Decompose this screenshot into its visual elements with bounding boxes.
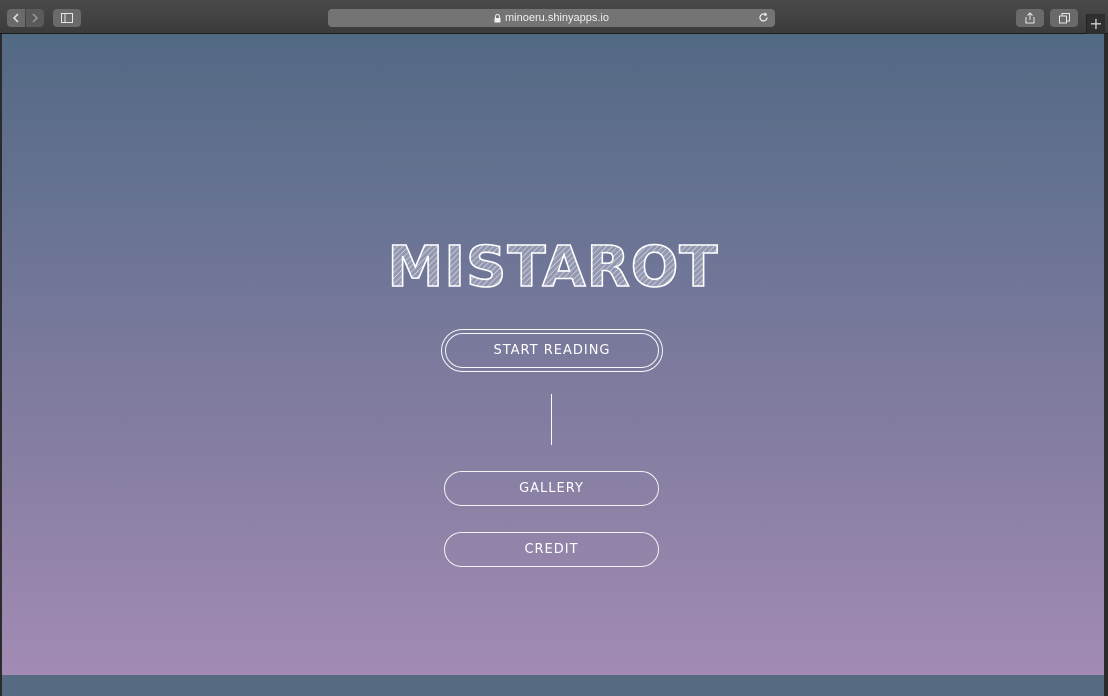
- tabs-icon: [1058, 12, 1070, 23]
- sidebar-icon: [61, 13, 73, 23]
- start-reading-button[interactable]: START READING: [441, 329, 663, 372]
- reload-icon[interactable]: [758, 12, 769, 23]
- gallery-label: GALLERY: [519, 481, 584, 496]
- address-bar[interactable]: minoeru.shinyapps.io: [328, 9, 775, 27]
- logo-text: MISTAROT: [387, 235, 718, 300]
- forward-icon: [32, 13, 39, 23]
- footer-strip: [2, 675, 1104, 696]
- vertical-divider: [551, 394, 552, 445]
- browser-window: minoeru.shinyapps.io + MISTAROT START RE…: [0, 0, 1108, 696]
- start-reading-label: START READING: [493, 343, 611, 358]
- credit-label: CREDIT: [524, 542, 579, 557]
- browser-toolbar: minoeru.shinyapps.io: [0, 0, 1108, 34]
- lock-icon: [494, 13, 501, 22]
- tab-overview-button[interactable]: [1050, 9, 1078, 27]
- mistarot-logo: MISTAROT: [387, 234, 719, 301]
- credit-button[interactable]: CREDIT: [444, 532, 659, 567]
- gallery-button[interactable]: GALLERY: [444, 471, 659, 506]
- share-button[interactable]: [1016, 9, 1044, 27]
- share-icon: [1025, 12, 1035, 24]
- start-reading-inner-border: START READING: [445, 333, 659, 368]
- new-tab-button[interactable]: +: [1086, 14, 1105, 34]
- back-icon: [12, 13, 19, 23]
- address-url: minoeru.shinyapps.io: [505, 12, 609, 24]
- forward-button[interactable]: [26, 9, 44, 27]
- page-content: MISTAROT START READING GALLERY CREDIT: [2, 34, 1104, 675]
- back-button[interactable]: [7, 9, 25, 27]
- sidebar-toggle-button[interactable]: [53, 9, 81, 27]
